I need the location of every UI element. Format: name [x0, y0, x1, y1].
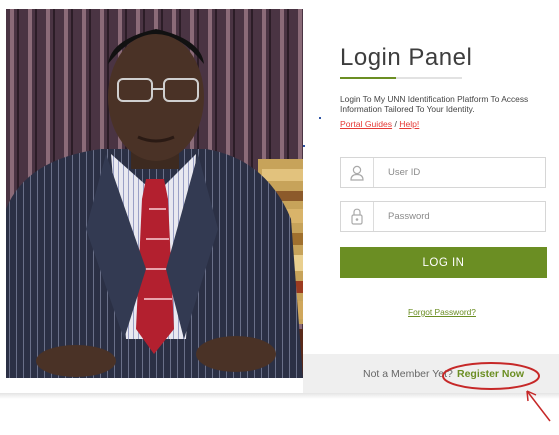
not-member-text: Not a Member Yet?	[363, 368, 453, 380]
password-input[interactable]	[388, 208, 538, 225]
portal-guides-link[interactable]: Portal Guides	[340, 119, 392, 129]
register-now-link[interactable]: Register Now	[457, 368, 524, 380]
intro-text: Login To My UNN Identification Platform …	[340, 94, 529, 114]
profile-photo	[6, 9, 303, 378]
lock-icon	[341, 202, 374, 231]
password-field[interactable]	[340, 201, 546, 232]
title-underline-accent	[340, 77, 396, 79]
register-footer: Not a Member Yet? Register Now	[303, 354, 559, 395]
login-panel-title: Login Panel	[340, 44, 473, 71]
stray-dot	[319, 117, 321, 119]
user-icon	[341, 158, 374, 187]
help-links: Portal Guides / Help!	[340, 119, 419, 129]
user-id-input[interactable]	[388, 164, 538, 181]
card-shadow	[0, 393, 559, 399]
forgot-password-link[interactable]: Forgot Password?	[408, 307, 476, 317]
title-underline	[340, 77, 462, 79]
stray-dot	[303, 145, 305, 147]
login-button[interactable]: LOG IN	[340, 247, 547, 278]
login-panel: Login Panel Login To My UNN Identificati…	[303, 0, 559, 395]
help-link[interactable]: Help!	[399, 119, 419, 129]
login-card: Login Panel Login To My UNN Identificati…	[0, 0, 559, 395]
user-id-field[interactable]	[340, 157, 546, 188]
links-separator: /	[394, 119, 397, 129]
portrait-illustration	[6, 9, 303, 378]
